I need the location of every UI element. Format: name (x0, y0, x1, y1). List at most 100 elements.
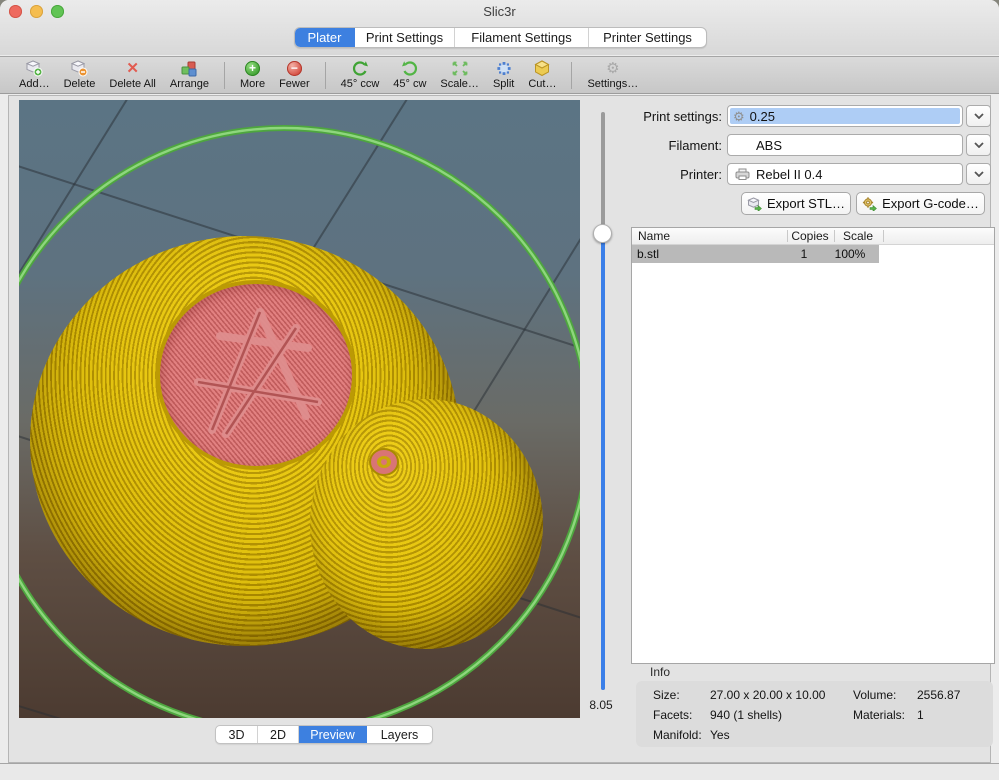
tab-printer-settings[interactable]: Printer Settings (589, 28, 706, 47)
column-header-scale[interactable]: Scale (836, 229, 880, 243)
toolbar-add-button[interactable]: Add… (19, 60, 50, 90)
facets-label: Facets: (653, 708, 692, 722)
object-list-header: Name Copies Scale (632, 228, 994, 245)
box-plus-icon (25, 60, 43, 77)
toolbar-label: Cut… (528, 78, 556, 90)
object-list[interactable]: Name Copies Scale b.stl 1 100% (631, 227, 995, 664)
export-box-icon (747, 197, 762, 211)
column-header-name[interactable]: Name (638, 229, 670, 243)
filament-combo[interactable]: ABS (727, 134, 963, 156)
view-tab-preview[interactable]: Preview (299, 726, 367, 743)
cell-name: b.stl (637, 247, 659, 261)
toolbar-label: Scale… (440, 78, 479, 90)
column-separator (787, 230, 788, 242)
window-bottom-strip (0, 763, 999, 780)
toolbar-separator (224, 62, 225, 89)
toolbar: Add… Delete ✕ Delete All Arrange + More … (0, 56, 999, 94)
volume-label: Volume: (853, 688, 896, 702)
materials-value: 1 (917, 708, 924, 722)
rotate-cw-icon (401, 60, 419, 77)
tab-plater[interactable]: Plater (295, 28, 355, 47)
sliced-model-small-dome (310, 399, 543, 649)
gear-icon: ⚙ (733, 110, 745, 123)
toolbar-cut-button[interactable]: Cut… (528, 60, 556, 90)
filament-selection: ABS (730, 137, 960, 153)
print-settings-value: 0.25 (750, 109, 775, 124)
export-stl-button[interactable]: Export STL… (741, 192, 851, 215)
infill-pattern (160, 284, 352, 466)
toolbar-arrange-button[interactable]: Arrange (170, 60, 209, 90)
layer-height-value: 8.05 (582, 698, 620, 712)
main-tab-bar: Plater Print Settings Filament Settings … (294, 27, 707, 48)
layer-slider-track[interactable] (601, 112, 605, 690)
toolbar-label: Settings… (587, 78, 638, 90)
slic3r-window: Slic3r Plater Print Settings Filament Se… (0, 0, 999, 780)
top-infill-small (371, 450, 397, 474)
chevron-down-icon (974, 171, 984, 177)
tab-filament-settings[interactable]: Filament Settings (455, 28, 589, 47)
size-value: 27.00 x 20.00 x 10.00 (710, 688, 825, 702)
infill-ring (377, 456, 391, 468)
top-infill-large (160, 284, 352, 466)
red-minus-circle-icon: − (287, 60, 302, 77)
titlebar: Slic3r Plater Print Settings Filament Se… (0, 0, 999, 55)
print-settings-dropdown-button[interactable] (966, 105, 991, 127)
chevron-down-icon (974, 113, 984, 119)
printer-selection: Rebel II 0.4 (730, 166, 960, 182)
printer-value: Rebel II 0.4 (756, 167, 823, 182)
toolbar-label: Fewer (279, 78, 310, 90)
filament-value: ABS (756, 138, 782, 153)
materials-label: Materials: (853, 708, 905, 722)
3d-viewport[interactable] (19, 100, 580, 718)
toolbar-delete-all-button[interactable]: ✕ Delete All (109, 60, 155, 90)
view-tab-3d[interactable]: 3D (216, 726, 258, 743)
info-panel: Size: 27.00 x 20.00 x 10.00 Volume: 2556… (636, 681, 993, 747)
printer-icon (735, 168, 750, 180)
toolbar-settings-button[interactable]: ⚙ Settings… (587, 60, 638, 90)
toolbar-label: 45° cw (393, 78, 426, 90)
infill-core (381, 459, 387, 465)
chevron-down-icon (974, 142, 984, 148)
tab-print-settings[interactable]: Print Settings (355, 28, 455, 47)
facets-value: 940 (1 shells) (710, 708, 782, 722)
layer-slider-handle[interactable] (593, 224, 612, 243)
export-gear-icon (862, 197, 877, 211)
toolbar-rotate-cw-button[interactable]: 45° cw (393, 60, 426, 90)
toolbar-delete-button[interactable]: Delete (64, 60, 96, 90)
view-tab-2d[interactable]: 2D (258, 726, 299, 743)
toolbar-separator (571, 62, 572, 89)
scale-arrows-icon (451, 60, 469, 77)
printer-dropdown-button[interactable] (966, 163, 991, 185)
toolbar-label: More (240, 78, 265, 90)
view-tab-bar: 3D 2D Preview Layers (215, 725, 433, 744)
toolbar-more-button[interactable]: + More (240, 60, 265, 90)
toolbar-fewer-button[interactable]: − Fewer (279, 60, 310, 90)
filament-label: Filament: (602, 138, 722, 153)
split-dots-icon (495, 60, 513, 77)
print-settings-selection: ⚙ 0.25 (730, 108, 960, 124)
cubes-icon (180, 60, 198, 77)
toolbar-label: 45° ccw (341, 78, 380, 90)
export-gcode-button[interactable]: Export G-code… (856, 192, 985, 215)
box-minus-icon (70, 60, 88, 77)
toolbar-split-button[interactable]: Split (493, 60, 514, 90)
size-label: Size: (653, 688, 680, 702)
cell-scale: 100% (828, 247, 872, 261)
table-row[interactable]: b.stl 1 100% (632, 245, 994, 263)
toolbar-scale-button[interactable]: Scale… (440, 60, 479, 90)
printer-combo[interactable]: Rebel II 0.4 (727, 163, 963, 185)
toolbar-separator (325, 62, 326, 89)
print-settings-label: Print settings: (602, 109, 722, 124)
column-header-copies[interactable]: Copies (788, 229, 832, 243)
print-settings-combo[interactable]: ⚙ 0.25 (727, 105, 963, 127)
view-tab-layers[interactable]: Layers (367, 726, 432, 743)
rotate-ccw-icon (351, 60, 369, 77)
toolbar-label: Delete (64, 78, 96, 90)
filament-dropdown-button[interactable] (966, 134, 991, 156)
green-plus-circle-icon: + (245, 60, 260, 77)
gear-icon: ⚙ (606, 60, 619, 77)
printer-label: Printer: (602, 167, 722, 182)
toolbar-label: Split (493, 78, 514, 90)
manifold-label: Manifold: (653, 728, 702, 742)
toolbar-rotate-ccw-button[interactable]: 45° ccw (341, 60, 380, 90)
